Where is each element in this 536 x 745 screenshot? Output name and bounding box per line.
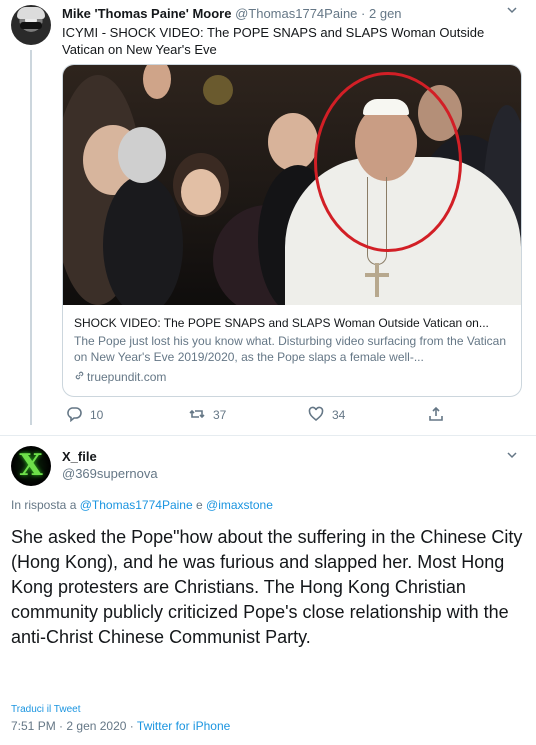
card-title[interactable]: SHOCK VIDEO: The POPE SNAPS and SLAPS Wo… xyxy=(74,315,514,331)
author-handle[interactable]: @369supernova xyxy=(62,466,158,481)
meta-separator: · xyxy=(59,719,64,733)
share-icon xyxy=(428,406,444,425)
thread-line xyxy=(30,50,32,425)
cross-icon-bar xyxy=(365,273,389,277)
author-handle[interactable]: @Thomas1774Paine xyxy=(235,6,357,21)
tweet-date[interactable]: 2 gen 2020 xyxy=(66,719,126,733)
translate-link[interactable]: Traduci il Tweet xyxy=(11,704,80,715)
retweet-icon xyxy=(189,406,205,425)
like-count: 34 xyxy=(332,408,346,422)
tweet-time[interactable]: 2 gen xyxy=(369,6,402,21)
tweet-meta: 7:51 PM · 2 gen 2020 · Twitter for iPhon… xyxy=(11,719,230,733)
reply-button[interactable]: 10 xyxy=(66,405,103,425)
like-button[interactable]: 34 xyxy=(308,405,345,425)
header-separator: · xyxy=(361,6,366,21)
avatar-glasses xyxy=(20,22,42,29)
share-button[interactable] xyxy=(428,405,444,425)
reply-mention[interactable]: @Thomas1774Paine xyxy=(80,498,193,512)
tweet-header: Mike 'Thomas Paine' Moore @Thomas1774Pai… xyxy=(62,6,402,21)
parent-tweet[interactable]: Mike 'Thomas Paine' Moore @Thomas1774Pai… xyxy=(0,0,536,430)
card-domain[interactable]: truepundit.com xyxy=(74,369,166,385)
tweet-actions: 10 37 34 xyxy=(62,405,482,425)
x-logo-icon: X xyxy=(19,448,43,483)
tweet-text: ICYMI - SHOCK VIDEO: The POPE SNAPS and … xyxy=(62,25,485,57)
reply-icon xyxy=(66,406,82,425)
link-card[interactable]: SHOCK VIDEO: The POPE SNAPS and SLAPS Wo… xyxy=(62,64,522,397)
tweet-time[interactable]: 7:51 PM xyxy=(11,719,56,733)
chevron-down-icon[interactable] xyxy=(506,4,518,16)
card-description: The Pope just lost his you know what. Di… xyxy=(74,334,506,364)
reply-mention[interactable]: @imaxstone xyxy=(206,498,273,512)
reply-count: 10 xyxy=(90,408,104,422)
meta-separator: · xyxy=(129,719,134,733)
card-image xyxy=(63,65,521,305)
card-domain-text: truepundit.com xyxy=(87,370,167,384)
avatar[interactable]: X xyxy=(11,446,51,486)
divider xyxy=(0,435,536,436)
retweet-count: 37 xyxy=(213,408,227,422)
avatar-hair xyxy=(17,7,45,19)
reply-context: In risposta a @Thomas1774Paine e @imaxst… xyxy=(11,498,273,512)
avatar[interactable] xyxy=(11,5,51,45)
tweet-text: She asked the Pope"how about the sufferi… xyxy=(11,527,523,647)
chevron-down-icon[interactable] xyxy=(506,449,518,463)
author-name[interactable]: X_file xyxy=(62,449,97,464)
highlight-circle xyxy=(314,72,462,252)
reply-prefix: In risposta a xyxy=(11,498,77,512)
heart-icon xyxy=(308,406,324,425)
cross-icon xyxy=(375,263,379,297)
reply-joiner: e xyxy=(195,498,203,512)
tweet-source[interactable]: Twitter for iPhone xyxy=(137,719,230,733)
retweet-button[interactable]: 37 xyxy=(189,405,226,425)
author-name[interactable]: Mike 'Thomas Paine' Moore xyxy=(62,6,231,21)
link-icon xyxy=(74,369,85,385)
